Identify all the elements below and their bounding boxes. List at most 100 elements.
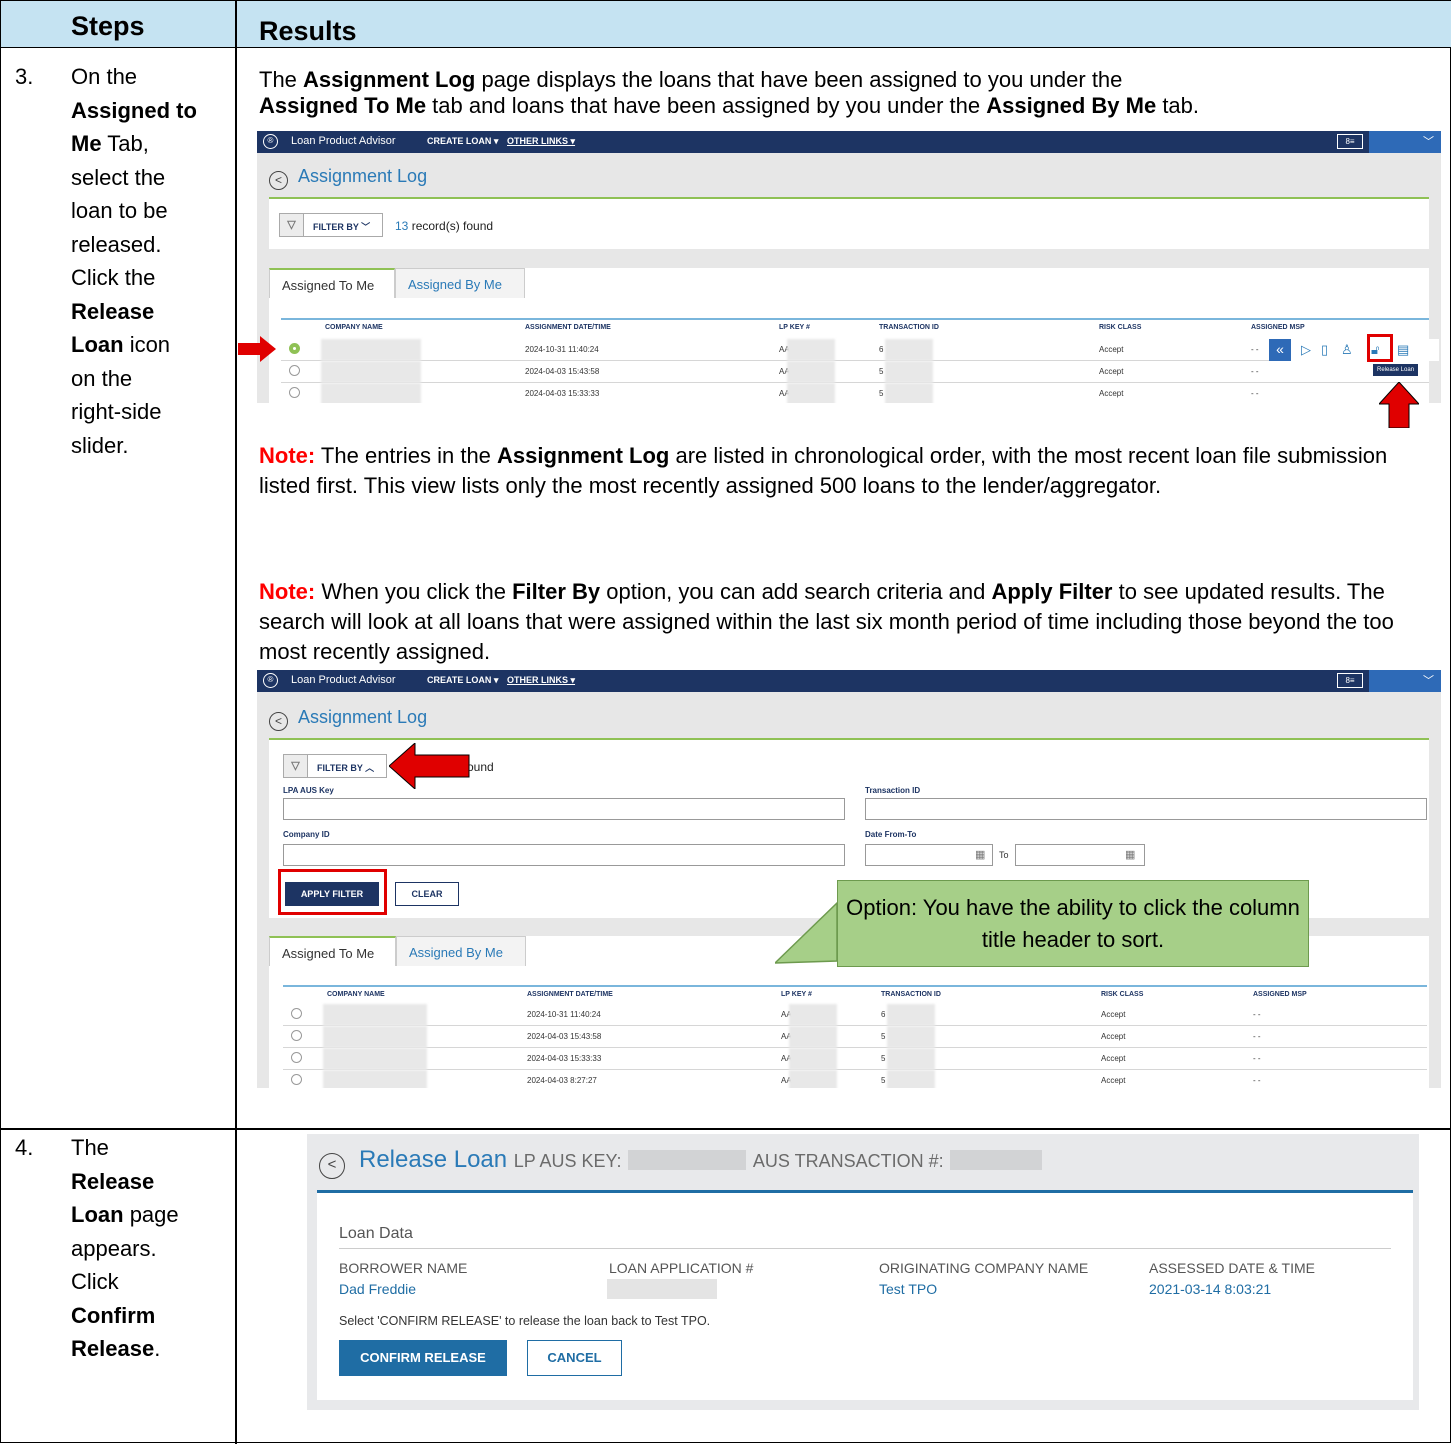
company-id-label: Company ID bbox=[283, 830, 330, 839]
redacted bbox=[885, 383, 933, 403]
step-line: select the bbox=[71, 164, 166, 190]
calendar-icon[interactable]: ▦ bbox=[975, 848, 985, 861]
confirm-release-button[interactable]: CONFIRM RELEASE bbox=[339, 1340, 507, 1376]
col-risk[interactable]: RISK CLASS bbox=[1099, 324, 1141, 331]
col-company[interactable]: COMPANY NAME bbox=[325, 324, 383, 331]
col-date[interactable]: ASSIGNMENT DATE/TIME bbox=[525, 324, 611, 331]
lpa-aus-key-input[interactable] bbox=[283, 798, 845, 820]
step-line: on the bbox=[71, 365, 133, 391]
tab-assigned-by-me[interactable]: Assigned By Me bbox=[396, 936, 526, 966]
tab-assigned-to-me[interactable]: Assigned To Me bbox=[269, 936, 396, 966]
assignment-log-screenshot: ® Loan Product Advisor CREATE LOAN ▾ OTH… bbox=[257, 131, 1441, 403]
cell-txn: 5 bbox=[881, 1032, 886, 1041]
redacted bbox=[787, 383, 835, 403]
col-date[interactable]: ASSIGNMENT DATE/TIME bbox=[527, 991, 613, 998]
cell-date: 2024-04-03 8:27:27 bbox=[527, 1076, 597, 1085]
table-row[interactable]: 2024-04-03 15:43:58 AA 5 Accept - - bbox=[283, 1026, 1427, 1048]
row-radio[interactable] bbox=[289, 365, 300, 376]
table-row[interactable]: 2024-04-03 15:33:33 AA 5 Accept - - bbox=[281, 383, 1429, 403]
col-risk[interactable]: RISK CLASS bbox=[1101, 991, 1143, 998]
row-radio[interactable] bbox=[291, 1052, 302, 1063]
redacted bbox=[789, 1070, 837, 1088]
col-msp[interactable]: ASSIGNED MSP bbox=[1253, 991, 1307, 998]
step-line: Loan bbox=[71, 1202, 124, 1227]
step-3-text: On the Assigned to Me Tab, select the lo… bbox=[71, 60, 231, 462]
col-lpkey[interactable]: LP KEY # bbox=[779, 324, 810, 331]
page-title: < Assignment Log bbox=[269, 707, 427, 731]
back-icon[interactable]: < bbox=[319, 1153, 345, 1179]
apply-filter-highlight bbox=[278, 869, 387, 915]
col-txn[interactable]: TRANSACTION ID bbox=[881, 991, 941, 998]
redacted bbox=[885, 361, 933, 383]
intro-paragraph: The Assignment Log page displays the loa… bbox=[259, 67, 1200, 118]
top-nav: ® Loan Product Advisor CREATE LOAN ▾ OTH… bbox=[257, 670, 1441, 692]
row-radio[interactable] bbox=[291, 1074, 302, 1085]
redacted bbox=[323, 1048, 427, 1070]
nav-other-links[interactable]: OTHER LINKS ▾ bbox=[507, 675, 575, 686]
col-txn[interactable]: TRANSACTION ID bbox=[879, 324, 939, 331]
row-radio[interactable] bbox=[289, 387, 300, 398]
tab-assigned-by-me[interactable]: Assigned By Me bbox=[395, 268, 525, 298]
filter-by-button[interactable]: ▽ FILTER BY ﹀ bbox=[279, 213, 383, 237]
table-row[interactable]: 2024-04-03 15:33:33 AA 5 Accept - - bbox=[283, 1048, 1427, 1070]
user-card-icon[interactable]: 8≡ bbox=[1337, 673, 1363, 688]
cell-date: 2024-04-03 15:33:33 bbox=[525, 389, 600, 398]
calendar-icon[interactable]: ▦ bbox=[1125, 848, 1135, 861]
table-row[interactable]: 2024-04-03 8:27:27 AA 5 Accept - - bbox=[283, 1070, 1427, 1088]
filter-icon: ▽ bbox=[284, 755, 308, 777]
table-row[interactable]: 2024-10-31 11:40:24 AA 6 Accept - - bbox=[283, 1004, 1427, 1026]
release-loan-screenshot: < Release Loan LP AUS KEY: AUS TRANSACTIO… bbox=[307, 1134, 1419, 1410]
aus-transaction-label: AUS TRANSACTION #: bbox=[752, 1151, 944, 1171]
cancel-button[interactable]: CANCEL bbox=[527, 1340, 622, 1376]
step-4-text: The Release Loan page appears. Click Con… bbox=[71, 1135, 179, 1361]
company-id-input[interactable] bbox=[283, 844, 845, 866]
collapse-slider-icon[interactable]: « bbox=[1269, 339, 1291, 361]
assessed-date-label: ASSESSED DATE & TIME bbox=[1149, 1260, 1315, 1276]
assessed-date-value: 2021-03-14 8:03:21 bbox=[1149, 1281, 1272, 1297]
redacted bbox=[787, 361, 835, 383]
assign-user-icon[interactable]: ♙ bbox=[1341, 342, 1353, 358]
cell-risk: Accept bbox=[1101, 1076, 1126, 1085]
checklist-icon[interactable]: ▤ bbox=[1397, 342, 1409, 358]
back-icon[interactable]: < bbox=[269, 171, 288, 190]
date-from-input[interactable] bbox=[865, 844, 993, 866]
table-row[interactable]: 2024-04-03 15:43:58 AA 5 Accept - - bbox=[281, 361, 1429, 383]
back-icon[interactable]: < bbox=[269, 712, 288, 731]
row-radio[interactable] bbox=[291, 1030, 302, 1041]
step-line: Release bbox=[71, 1336, 155, 1361]
step-line: Release bbox=[71, 1168, 155, 1194]
document-icon[interactable]: ▯ bbox=[1321, 342, 1328, 358]
step-line: Assigned to bbox=[71, 97, 197, 123]
edit-loan-icon[interactable]: ▷ bbox=[1301, 342, 1311, 358]
filter-by-button[interactable]: ▽ FILTER BY ︿ bbox=[283, 754, 387, 778]
cell-txn: 5 bbox=[879, 389, 884, 398]
chevron-down-icon[interactable]: ﹀ bbox=[1423, 672, 1434, 688]
redacted bbox=[607, 1279, 717, 1299]
filter-panel: ▽ FILTER BY ﹀ 13 record(s) found bbox=[269, 197, 1429, 249]
step-line: Loan bbox=[71, 332, 124, 357]
col-lpkey[interactable]: LP KEY # bbox=[781, 991, 812, 998]
col-msp[interactable]: ASSIGNED MSP bbox=[1251, 324, 1305, 331]
row-radio[interactable] bbox=[289, 343, 300, 354]
redacted bbox=[887, 1026, 935, 1048]
step-number: 4. bbox=[15, 1135, 34, 1160]
step-line: The bbox=[71, 1135, 109, 1160]
user-card-icon[interactable]: 8≡ bbox=[1337, 134, 1363, 149]
redacted bbox=[787, 339, 835, 361]
nav-create-loan[interactable]: CREATE LOAN ▾ bbox=[427, 136, 498, 147]
chevron-down-icon[interactable]: ﹀ bbox=[1423, 133, 1434, 149]
cell-risk: Accept bbox=[1099, 367, 1124, 376]
release-icon-highlight bbox=[1367, 334, 1393, 362]
nav-other-links[interactable]: OTHER LINKS ▾ bbox=[507, 136, 575, 147]
loan-application-label: LOAN APPLICATION # bbox=[609, 1260, 754, 1276]
col-company[interactable]: COMPANY NAME bbox=[327, 991, 385, 998]
tab-assigned-to-me[interactable]: Assigned To Me bbox=[269, 268, 395, 298]
filter-icon: ▽ bbox=[280, 214, 304, 236]
tabs: Assigned To Me Assigned By Me bbox=[269, 268, 1429, 298]
row-radio[interactable] bbox=[291, 1008, 302, 1019]
clear-button[interactable]: CLEAR bbox=[395, 882, 459, 906]
nav-create-loan[interactable]: CREATE LOAN ▾ bbox=[427, 675, 498, 686]
transaction-id-input[interactable] bbox=[865, 798, 1427, 820]
table-row[interactable]: 2024-10-31 11:40:24 AA 6 Accept - - bbox=[281, 339, 1429, 361]
borrower-name-value: Dad Freddie bbox=[339, 1281, 417, 1297]
